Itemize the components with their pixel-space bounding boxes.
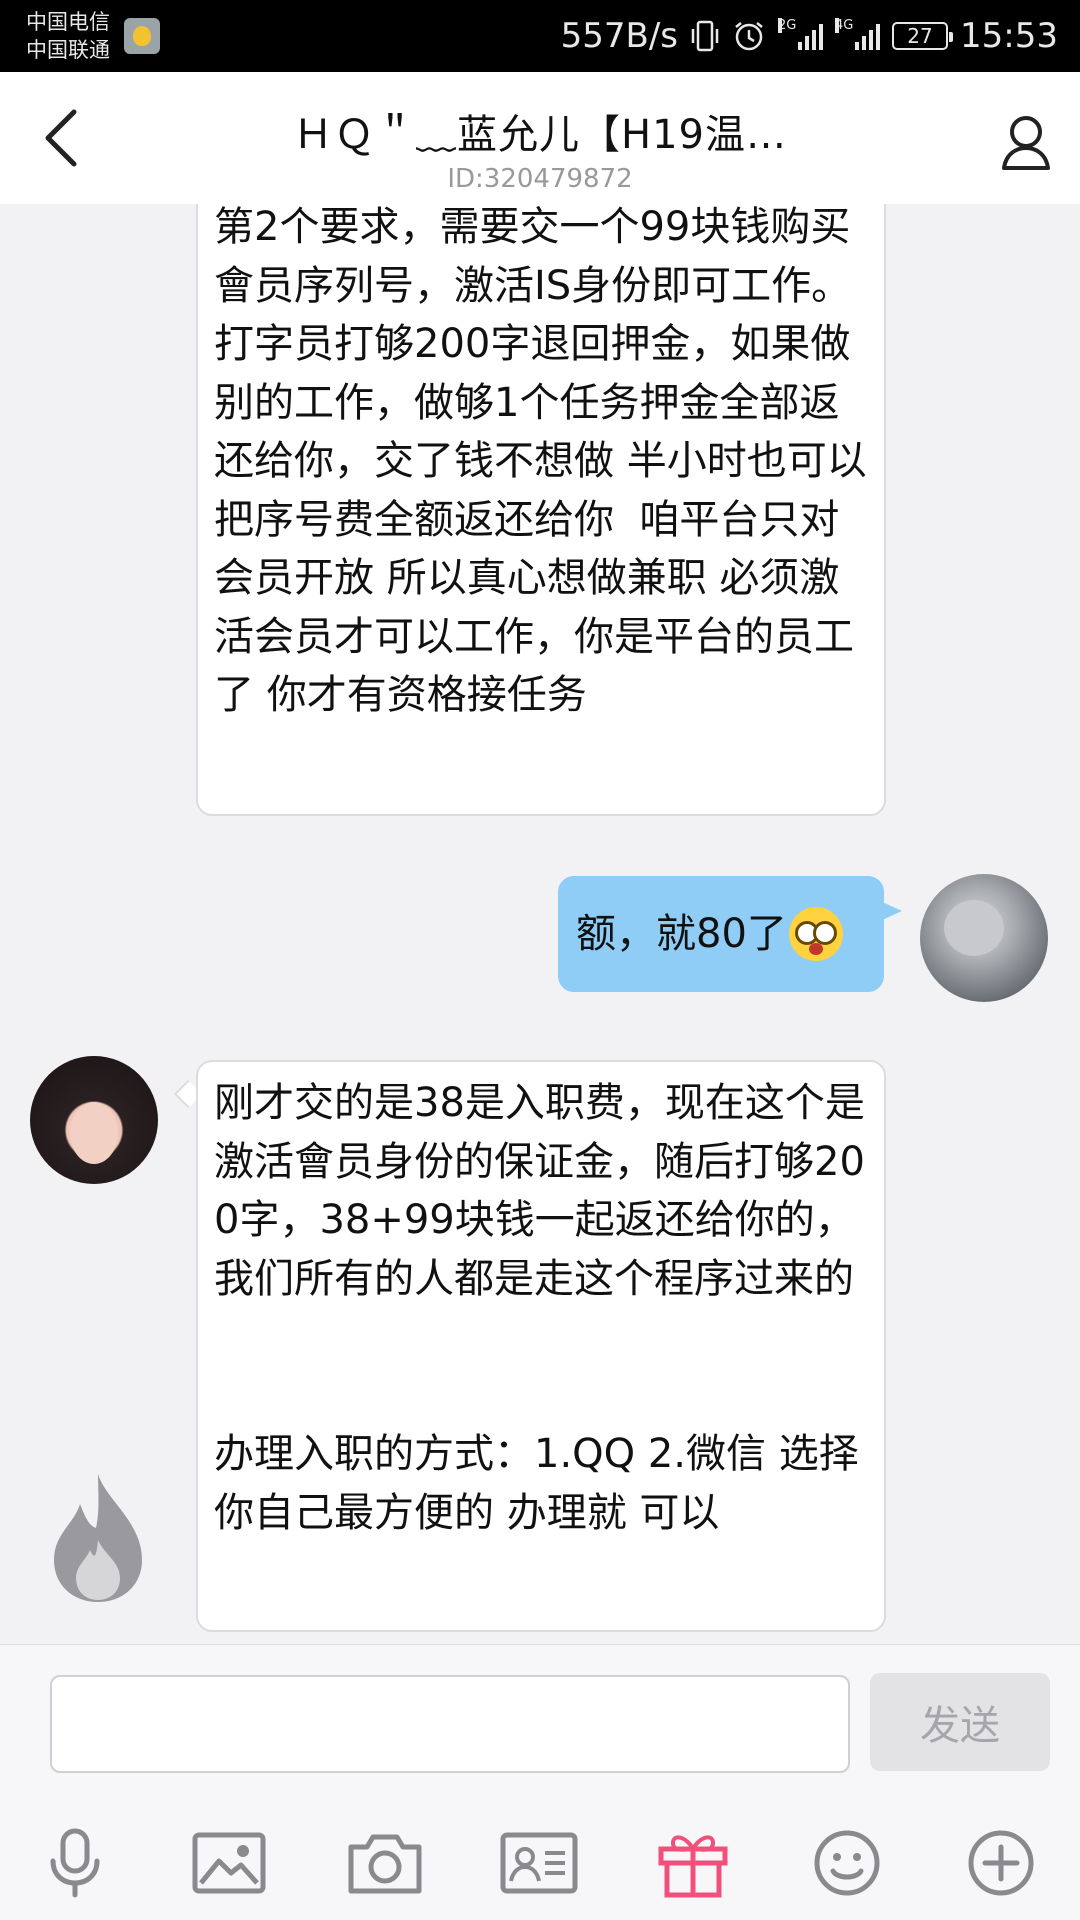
emoji-button[interactable] <box>802 1815 892 1911</box>
image-button[interactable] <box>184 1815 274 1911</box>
message-input[interactable] <box>50 1675 850 1773</box>
shocked-face-emoji-icon <box>788 907 843 961</box>
clock: 15:53 <box>960 16 1058 56</box>
back-button[interactable] <box>38 106 88 170</box>
battery-indicator: 27 <box>892 22 954 50</box>
status-bar: 中国电信 中国联通 557B/s 2G 4G 27 15:53 <box>0 0 1080 72</box>
chat-title: ＨＱ＂﹏蓝允儿【H19温… <box>293 112 787 158</box>
profile-button[interactable] <box>998 112 1054 172</box>
input-toolbar <box>0 1815 1080 1911</box>
alarm-icon <box>732 19 766 53</box>
voice-button[interactable] <box>30 1815 120 1911</box>
microphone-icon <box>50 1828 100 1898</box>
send-button[interactable]: 发送 <box>870 1673 1050 1771</box>
peer-message-bubble[interactable]: 第2个要求，需要交一个99块钱购买會员序列号，激活IS身份即可工作。打字员打够2… <box>196 204 886 816</box>
message-list[interactable]: 第2个要求，需要交一个99块钱购买會员序列号，激活IS身份即可工作。打字员打够2… <box>0 204 1080 1644</box>
gift-button[interactable] <box>648 1815 738 1911</box>
my-avatar[interactable] <box>920 874 1048 1002</box>
camera-icon <box>348 1834 422 1894</box>
signal-2g-icon: 2G <box>778 18 824 50</box>
fire-icon[interactable] <box>46 1470 150 1604</box>
plus-icon <box>968 1830 1034 1896</box>
more-button[interactable] <box>956 1815 1046 1911</box>
chat-header: ＨＱ＂﹏蓝允儿【H19温… ID:320479872 <box>0 72 1080 204</box>
input-bar: 发送 <box>0 1644 1080 1920</box>
signal-4g-icon: 4G <box>835 18 881 50</box>
peer-avatar[interactable] <box>30 1056 158 1184</box>
net-speed: 557B/s <box>560 16 679 56</box>
carrier-1: 中国电信 <box>26 10 110 34</box>
camera-button[interactable] <box>340 1815 430 1911</box>
chevron-left-icon <box>45 109 77 167</box>
carrier-info: 中国电信 中国联通 <box>26 8 110 64</box>
person-icon <box>1002 116 1050 170</box>
emoji-icon <box>814 1830 880 1896</box>
gift-icon <box>658 1835 728 1898</box>
carrier-2: 中国联通 <box>26 38 110 62</box>
notification-app-icon <box>124 18 160 54</box>
image-icon <box>192 1832 266 1894</box>
peer-message-bubble[interactable]: 刚才交的是38是入职费，现在这个是激活會员身份的保证金，随后打够200字，38+… <box>196 1060 886 1632</box>
chat-id: ID:320479872 <box>447 164 633 194</box>
contact-card-icon <box>500 1832 578 1894</box>
contact-card-button[interactable] <box>494 1815 584 1911</box>
vibrate-icon <box>690 19 720 53</box>
my-message-bubble[interactable]: 额，就80了 <box>558 876 884 992</box>
my-message-text: 额，就80了 <box>576 910 787 957</box>
